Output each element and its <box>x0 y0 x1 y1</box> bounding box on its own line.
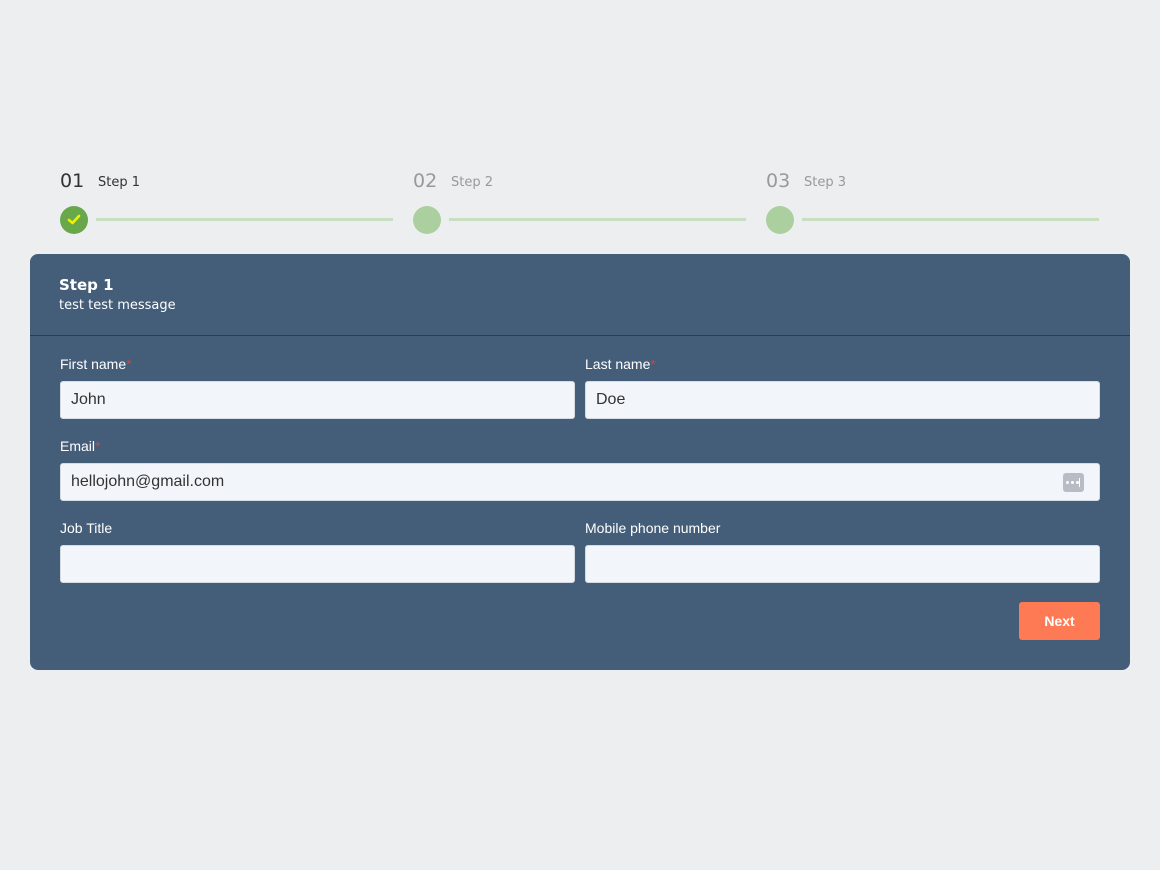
last-name-label: Last name* <box>585 356 656 372</box>
first-name-input[interactable]: John <box>60 381 575 419</box>
step-number: 01 <box>60 170 85 192</box>
email-value: hellojohn@gmail.com <box>71 473 225 490</box>
step-label: Step 1 <box>98 175 141 190</box>
email-label: Email* <box>60 438 101 454</box>
step-number: 03 <box>766 170 791 192</box>
required-mark: * <box>126 356 132 372</box>
step-1[interactable]: 01 Step 1 <box>60 168 400 238</box>
last-name-field: Last name* Doe <box>585 356 1100 419</box>
password-manager-icon[interactable] <box>1063 473 1084 492</box>
step-indicator <box>766 206 794 234</box>
mobile-phone-input[interactable] <box>585 545 1100 583</box>
card-title: Step 1 <box>59 276 114 294</box>
mobile-phone-field: Mobile phone number <box>585 520 1100 583</box>
check-icon <box>67 214 81 225</box>
mobile-phone-label: Mobile phone number <box>585 520 721 536</box>
job-title-field: Job Title <box>60 520 575 583</box>
job-title-label: Job Title <box>60 520 113 536</box>
required-mark: * <box>95 438 101 454</box>
next-button[interactable]: Next <box>1019 602 1100 640</box>
required-mark: * <box>650 356 656 372</box>
email-input[interactable]: hellojohn@gmail.com <box>60 463 1100 501</box>
step-2[interactable]: 02 Step 2 <box>413 168 753 238</box>
step-connector <box>449 218 746 221</box>
step-indicator <box>60 206 88 234</box>
step-number: 02 <box>413 170 438 192</box>
step-label: Step 3 <box>804 175 847 190</box>
step-connector <box>96 218 393 221</box>
last-name-input[interactable]: Doe <box>585 381 1100 419</box>
step-label: Step 2 <box>451 175 494 190</box>
first-name-field: First name* John <box>60 356 575 419</box>
first-name-label: First name* <box>60 356 132 372</box>
step-3[interactable]: 03 Step 3 <box>766 168 1106 238</box>
email-field: Email* hellojohn@gmail.com <box>60 438 1100 501</box>
step-connector <box>802 218 1099 221</box>
form-card: Step 1 test test message First name* Joh… <box>30 254 1130 670</box>
job-title-input[interactable] <box>60 545 575 583</box>
card-subtitle: test test message <box>59 298 176 313</box>
step-indicator <box>413 206 441 234</box>
card-header: Step 1 test test message <box>30 254 1130 336</box>
stepper: 01 Step 1 02 Step 2 03 Step 3 <box>60 168 1100 238</box>
